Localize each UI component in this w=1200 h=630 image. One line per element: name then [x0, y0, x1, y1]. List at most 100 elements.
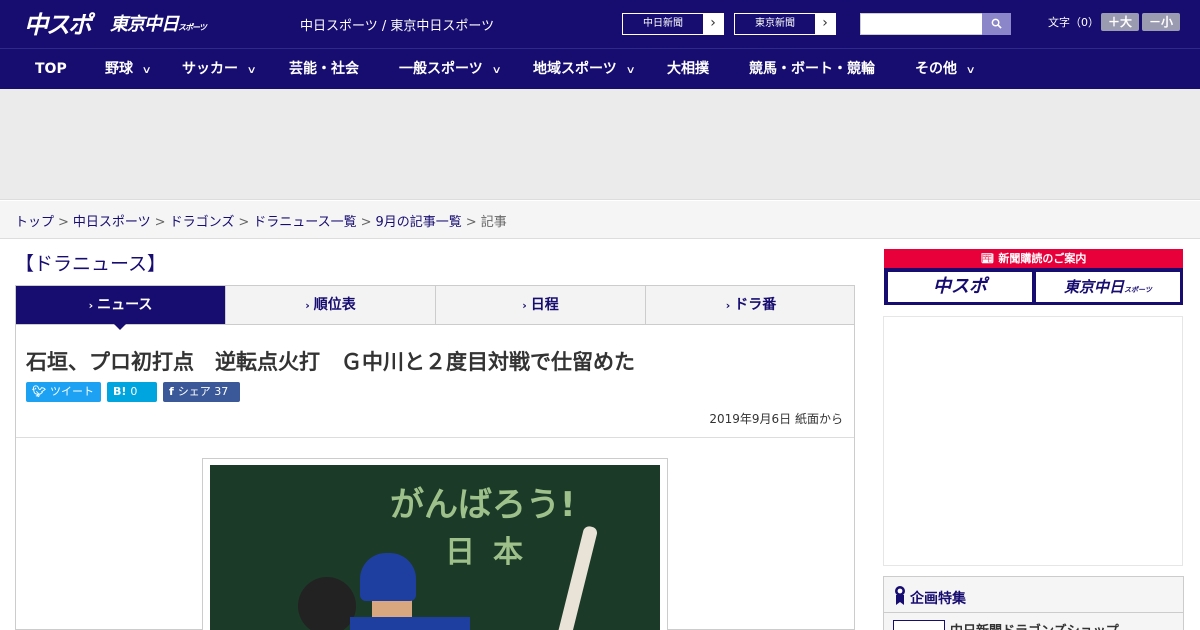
- breadcrumb-separator: >: [465, 215, 477, 230]
- chevron-right-icon: ›: [725, 299, 731, 312]
- nav-label: 競馬・ボート・競輪: [749, 61, 875, 77]
- facebook-share-count: 37: [214, 385, 229, 398]
- facebook-icon: f: [169, 385, 174, 398]
- tab-label: ニュース: [97, 297, 153, 313]
- tab-dora-ban[interactable]: › ドラ番: [646, 286, 856, 324]
- font-size-label: 文字（0）: [1048, 16, 1099, 29]
- chevron-down-icon: ∨: [965, 65, 976, 76]
- subscription-banner-title: 📰︎ 新聞購読のご案内: [884, 249, 1183, 268]
- breadcrumb-separator: >: [154, 215, 166, 230]
- article-photo[interactable]: がんばろう! 日本: [210, 465, 660, 630]
- nav-label: 大相撲: [667, 61, 709, 77]
- photo-banner-text-2: 日本: [445, 535, 541, 570]
- breadcrumb-dragons[interactable]: ドラゴンズ: [170, 215, 235, 230]
- nav-label: 芸能・社会: [289, 61, 359, 77]
- breadcrumb-separator: >: [238, 215, 250, 230]
- nav-label: サッカー: [182, 61, 238, 77]
- article-divider: [16, 437, 854, 438]
- nav-racing[interactable]: 競馬・ボート・競輪: [749, 49, 875, 90]
- breadcrumb-september-list[interactable]: 9月の記事一覧: [376, 215, 462, 230]
- tab-bar: › ニュース › 順位表 › 日程 › ドラ番: [15, 285, 855, 325]
- nav-label: TOP: [35, 61, 67, 77]
- tab-news[interactable]: › ニュース: [16, 286, 226, 324]
- photo-catcher-shape: [298, 577, 356, 630]
- tab-schedule[interactable]: › 日程: [436, 286, 646, 324]
- breadcrumb-dora-news-list[interactable]: ドラニュース一覧: [253, 215, 356, 230]
- font-size-small-button[interactable]: －小: [1142, 13, 1180, 31]
- chuspo-logo[interactable]: 中スポ: [24, 5, 92, 40]
- nav-label: 一般スポーツ: [399, 61, 483, 77]
- chunichi-shimbun-link[interactable]: 中日新聞 ›: [622, 13, 724, 35]
- chevron-down-icon: ∨: [625, 65, 636, 76]
- breadcrumb-bar: トップ > 中日スポーツ > ドラゴンズ > ドラニュース一覧 >9月の記事一覧 > 記事: [0, 201, 1200, 239]
- tokyo-chunichi-logo[interactable]: 東京中日スポーツ: [110, 10, 207, 36]
- twitter-icon: 🐦︎: [32, 385, 46, 398]
- nav-baseball[interactable]: 野球 ∨: [105, 49, 152, 90]
- breadcrumb: トップ > 中日スポーツ > ドラゴンズ > ドラニュース一覧 >9月の記事一覧 > 記事: [15, 211, 507, 230]
- nav-entertainment[interactable]: 芸能・社会: [289, 49, 359, 90]
- chevron-right-icon: ›: [710, 15, 716, 31]
- nav-top[interactable]: TOP: [35, 49, 67, 90]
- photo-bat-shape: [555, 525, 599, 630]
- font-size-large-button[interactable]: ＋大: [1101, 13, 1139, 31]
- chevron-down-icon: ∨: [246, 65, 257, 76]
- breadcrumb-separator: >: [360, 215, 372, 230]
- tokyo-shimbun-label: 東京新聞: [735, 14, 815, 34]
- subscribe-chuspo-link[interactable]: 中スポ: [888, 272, 1032, 302]
- chevron-down-icon: ∨: [491, 65, 502, 76]
- hatena-bookmark-button[interactable]: B! 0: [107, 382, 157, 402]
- subscription-banner-label: 新聞購読のご案内: [998, 252, 1087, 265]
- tokyo-logo-small: スポーツ: [178, 23, 207, 32]
- ribbon-icon: [895, 586, 905, 605]
- photo-batter-helmet: [360, 553, 416, 601]
- subscribe-tokyo-chunichi-link[interactable]: 東京中日スポーツ: [1036, 272, 1180, 302]
- breadcrumb-separator: >: [58, 215, 69, 230]
- feature-divider: [884, 612, 1183, 613]
- newspaper-icon: 📰︎: [980, 252, 995, 265]
- photo-batter-body: [350, 617, 470, 630]
- main-nav: TOP 野球 ∨ サッカー ∨ 芸能・社会 一般スポーツ ∨ 地域スポーツ ∨ 大相撲 …: [0, 48, 1200, 89]
- facebook-share-button[interactable]: f シェア 37: [163, 382, 240, 402]
- chunichi-shimbun-label: 中日新聞: [623, 14, 703, 34]
- chevron-right-icon: ›: [88, 299, 94, 312]
- nav-label: 野球: [105, 61, 133, 77]
- tweet-label: ツイート: [49, 385, 94, 398]
- search-input[interactable]: [860, 13, 983, 35]
- nav-sumo[interactable]: 大相撲: [667, 49, 709, 90]
- site-title: 中日スポーツ / 東京中日スポーツ: [300, 19, 495, 34]
- active-tab-pointer: [113, 323, 127, 330]
- hatena-icon: B!: [113, 385, 127, 398]
- top-ad-area: [0, 89, 1200, 200]
- photo-banner-text: がんばろう!: [390, 485, 576, 525]
- article-headline: 石垣、プロ初打点 逆転点火打 Ｇ中川と２度目対戦で仕留めた: [26, 350, 635, 374]
- breadcrumb-chunichi-sports[interactable]: 中日スポーツ: [73, 215, 151, 230]
- feature-item-dragons-shop[interactable]: 中日新聞ドラゴンズショップ: [950, 620, 1119, 630]
- feature-thumbnail[interactable]: [893, 620, 945, 630]
- nav-soccer[interactable]: サッカー ∨: [182, 49, 257, 90]
- search-icon: [991, 18, 1002, 29]
- nav-regional-sports[interactable]: 地域スポーツ ∨: [533, 49, 636, 90]
- breadcrumb-top[interactable]: トップ: [15, 215, 54, 230]
- tab-label: 順位表: [313, 297, 356, 313]
- subscribe-tokyo-small: スポーツ: [1124, 286, 1152, 294]
- tab-label: ドラ番: [734, 297, 777, 313]
- tokyo-shimbun-link[interactable]: 東京新聞 ›: [734, 13, 836, 35]
- article-date: 2019年9月6日 紙面から: [709, 412, 843, 426]
- search-button[interactable]: [982, 13, 1011, 35]
- chevron-right-icon: ›: [822, 15, 828, 31]
- feature-title: 企画特集: [910, 591, 966, 607]
- chevron-right-icon: ›: [522, 299, 527, 312]
- tweet-button[interactable]: 🐦︎ ツイート: [26, 382, 101, 402]
- nav-other[interactable]: その他 ∨: [915, 49, 976, 90]
- facebook-share-label: シェア: [177, 385, 211, 398]
- tab-label: 日程: [530, 297, 559, 313]
- tab-standings[interactable]: › 順位表: [226, 286, 436, 324]
- nav-label: 地域スポーツ: [533, 61, 617, 77]
- subscribe-tokyo-text: 東京中日: [1064, 278, 1125, 296]
- chevron-down-icon: ∨: [141, 65, 152, 76]
- section-title: 【ドラニュース】: [15, 253, 167, 275]
- nav-label: その他: [915, 61, 957, 77]
- chevron-right-icon: ›: [305, 299, 310, 312]
- nav-general-sports[interactable]: 一般スポーツ ∨: [399, 49, 502, 90]
- sidebar-ad-area: [883, 316, 1183, 566]
